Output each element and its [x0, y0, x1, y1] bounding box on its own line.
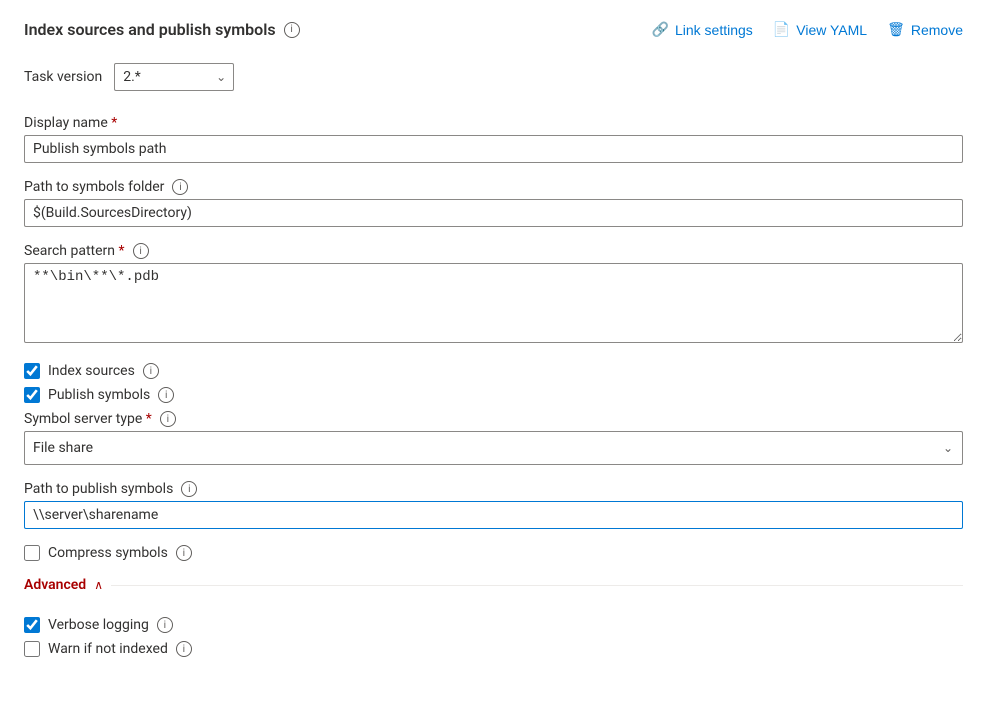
page-header: Index sources and publish symbols i 🔗 Li…: [24, 20, 963, 39]
task-version-row: Task version 2.* 1.* ⌄: [24, 63, 963, 91]
title-info-icon[interactable]: i: [284, 22, 300, 38]
remove-label: Remove: [911, 22, 963, 38]
symbol-server-type-group: Symbol server type * i File share Azure …: [24, 411, 963, 465]
path-publish-symbols-label: Path to publish symbols: [24, 481, 173, 497]
symbol-server-type-label: Symbol server type *: [24, 411, 152, 427]
display-name-input[interactable]: [24, 135, 963, 163]
path-symbols-folder-label-row: Path to symbols folder i: [24, 179, 963, 195]
path-symbols-folder-info-icon[interactable]: i: [172, 179, 188, 195]
path-publish-symbols-input[interactable]: [24, 501, 963, 529]
verbose-logging-checkbox[interactable]: [24, 617, 40, 633]
search-pattern-info-icon[interactable]: i: [133, 243, 149, 259]
advanced-title[interactable]: Advanced: [24, 577, 86, 593]
symbol-server-type-select-wrapper: File share Azure Artifacts ⌄: [24, 431, 963, 465]
index-sources-label[interactable]: Index sources: [48, 363, 135, 379]
index-sources-info-icon[interactable]: i: [143, 363, 159, 379]
path-symbols-folder-label: Path to symbols folder: [24, 179, 164, 195]
link-icon: 🔗: [652, 21, 669, 38]
verbose-logging-row: Verbose logging i: [24, 617, 963, 633]
remove-button[interactable]: 🗑 Remove: [887, 21, 963, 38]
yaml-icon: 📄: [773, 21, 790, 38]
index-sources-checkbox[interactable]: [24, 363, 40, 379]
link-settings-button[interactable]: 🔗 Link settings: [652, 21, 753, 38]
symbol-server-type-label-row: Symbol server type * i: [24, 411, 963, 427]
symbol-server-type-required: *: [146, 411, 152, 427]
advanced-chevron-icon[interactable]: ∧: [94, 578, 103, 592]
publish-symbols-info-icon[interactable]: i: [158, 387, 174, 403]
view-yaml-label: View YAML: [796, 22, 867, 38]
symbol-server-type-select[interactable]: File share Azure Artifacts: [24, 431, 963, 465]
path-publish-symbols-info-icon[interactable]: i: [181, 481, 197, 497]
page-title: Index sources and publish symbols: [24, 20, 276, 39]
remove-icon: 🗑: [887, 21, 905, 38]
task-version-label: Task version: [24, 69, 102, 85]
warn-not-indexed-row: Warn if not indexed i: [24, 641, 963, 657]
compress-symbols-info-icon[interactable]: i: [176, 545, 192, 561]
compress-symbols-checkbox[interactable]: [24, 545, 40, 561]
publish-symbols-row: Publish symbols i: [24, 387, 963, 403]
display-name-group: Display name *: [24, 115, 963, 163]
link-settings-label: Link settings: [675, 22, 753, 38]
header-actions: 🔗 Link settings 📄 View YAML 🗑 Remove: [652, 21, 963, 38]
advanced-section: Advanced ∧ Verbose logging i Warn if not…: [24, 577, 963, 657]
verbose-logging-label[interactable]: Verbose logging: [48, 617, 149, 633]
compress-symbols-label[interactable]: Compress symbols: [48, 545, 168, 561]
advanced-header: Advanced ∧: [24, 577, 963, 601]
display-name-label-row: Display name *: [24, 115, 963, 131]
path-publish-symbols-group: Path to publish symbols i: [24, 481, 963, 529]
search-pattern-required: *: [119, 243, 125, 259]
search-pattern-label: Search pattern *: [24, 243, 125, 259]
display-name-label: Display name *: [24, 115, 117, 131]
path-publish-symbols-label-row: Path to publish symbols i: [24, 481, 963, 497]
view-yaml-button[interactable]: 📄 View YAML: [773, 21, 867, 38]
warn-not-indexed-info-icon[interactable]: i: [176, 641, 192, 657]
header-left: Index sources and publish symbols i: [24, 20, 300, 39]
compress-symbols-row: Compress symbols i: [24, 545, 963, 561]
search-pattern-textarea[interactable]: **\bin\**\*.pdb: [24, 263, 963, 343]
advanced-divider: [111, 585, 963, 586]
task-version-select[interactable]: 2.* 1.*: [114, 63, 234, 91]
path-symbols-folder-group: Path to symbols folder i: [24, 179, 963, 227]
publish-symbols-checkbox[interactable]: [24, 387, 40, 403]
publish-symbols-label[interactable]: Publish symbols: [48, 387, 150, 403]
search-pattern-label-row: Search pattern * i: [24, 243, 963, 259]
verbose-logging-info-icon[interactable]: i: [157, 617, 173, 633]
warn-not-indexed-checkbox[interactable]: [24, 641, 40, 657]
warn-not-indexed-label[interactable]: Warn if not indexed: [48, 641, 168, 657]
index-sources-row: Index sources i: [24, 363, 963, 379]
symbol-server-type-info-icon[interactable]: i: [160, 411, 176, 427]
path-symbols-folder-input[interactable]: [24, 199, 963, 227]
search-pattern-group: Search pattern * i **\bin\**\*.pdb: [24, 243, 963, 347]
task-version-select-wrapper: 2.* 1.* ⌄: [114, 63, 234, 91]
display-name-required: *: [111, 115, 117, 131]
